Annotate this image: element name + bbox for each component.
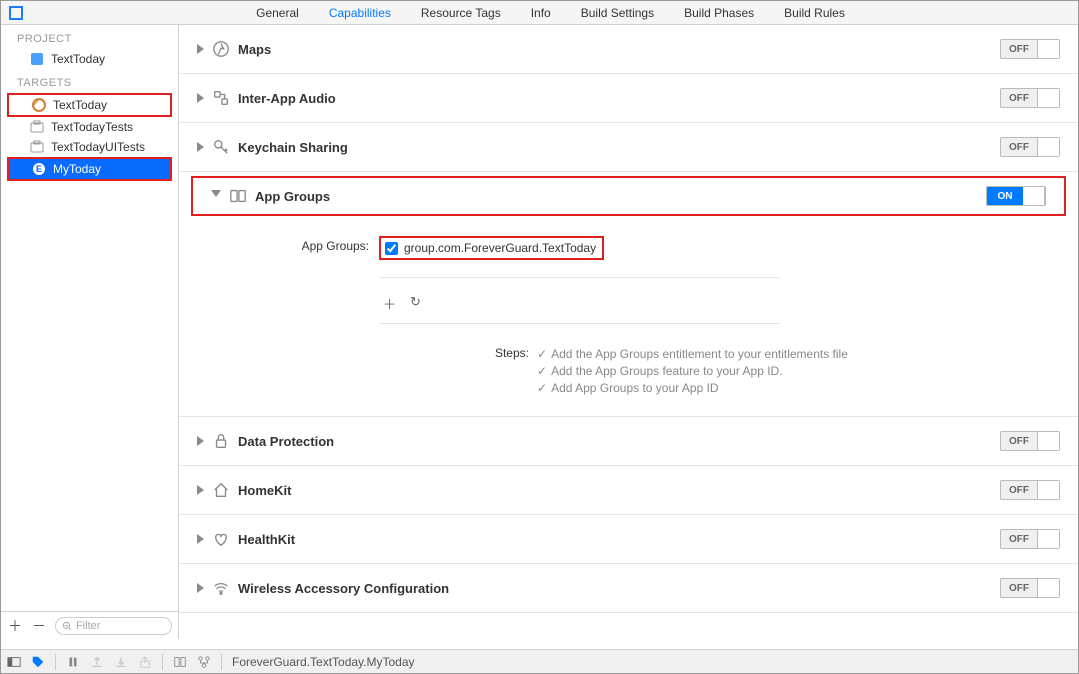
project-name: TextToday — [51, 52, 105, 66]
tab-build-rules[interactable]: Build Rules — [784, 6, 845, 20]
tab-resource-tags[interactable]: Resource Tags — [421, 6, 501, 20]
xcodeproj-icon — [29, 52, 45, 66]
sb-down-icon[interactable] — [114, 655, 128, 669]
switch-audio[interactable]: OFF — [1000, 88, 1060, 108]
target-item-mytoday[interactable]: E MyToday — [9, 159, 170, 179]
steps-list: ✓Add the App Groups entitlement to your … — [537, 346, 848, 396]
capabilities-content[interactable]: Maps OFF Inter-App Audio OFF Keychain Sh… — [179, 25, 1078, 639]
disclosure-icon[interactable] — [197, 583, 204, 593]
target-item-uitests[interactable]: TextTodayUITests — [1, 137, 178, 157]
extension-target-icon: E — [31, 162, 47, 176]
capability-row-audio: Inter-App Audio OFF — [179, 73, 1078, 122]
project-item[interactable]: TextToday — [1, 49, 178, 69]
sb-hierarchy-icon[interactable] — [197, 655, 211, 669]
capability-row-dataprotection: Data Protection OFF — [179, 416, 1078, 465]
capability-title: Data Protection — [238, 434, 992, 449]
project-icon[interactable] — [9, 6, 23, 20]
test-target-icon — [29, 140, 45, 154]
target-item-tests[interactable]: TextTodayTests — [1, 117, 178, 137]
key-icon — [212, 138, 230, 156]
capability-title: Maps — [238, 42, 992, 57]
capability-title: HealthKit — [238, 532, 992, 547]
wifi-icon — [212, 579, 230, 597]
disclosure-icon[interactable] — [197, 534, 204, 544]
disclosure-icon[interactable] — [197, 485, 204, 495]
maps-icon — [212, 40, 230, 58]
disclosure-icon[interactable] — [197, 93, 204, 103]
sb-pause-icon[interactable] — [66, 655, 80, 669]
appgroup-checkbox[interactable] — [385, 242, 398, 255]
appgroup-id: group.com.ForeverGuard.TextToday — [404, 241, 596, 255]
home-icon — [212, 481, 230, 499]
switch-keychain[interactable]: OFF — [1000, 137, 1060, 157]
check-icon: ✓ — [537, 347, 547, 361]
filter-placeholder: Filter — [76, 620, 100, 632]
capability-title: Wireless Accessory Configuration — [238, 581, 992, 596]
switch-wireless[interactable]: OFF — [1000, 578, 1060, 598]
sb-modules-icon[interactable] — [173, 655, 187, 669]
tab-capabilities[interactable]: Capabilities — [329, 6, 391, 20]
capability-row-keychain: Keychain Sharing OFF — [179, 122, 1078, 171]
switch-dataprotection[interactable]: OFF — [1000, 431, 1060, 451]
check-icon: ✓ — [537, 364, 547, 378]
sb-share-icon[interactable] — [138, 655, 152, 669]
heart-icon — [212, 530, 230, 548]
target-label: TextTodayTests — [51, 120, 133, 134]
sidebar: PROJECT TextToday TARGETS TextToday Text… — [1, 25, 179, 639]
svg-text:E: E — [36, 164, 42, 174]
switch-appgroups[interactable]: ON — [986, 186, 1046, 206]
disclosure-icon[interactable] — [197, 142, 204, 152]
appgroups-icon — [229, 187, 247, 205]
disclosure-icon[interactable] — [211, 190, 221, 202]
refresh-appgroup-button[interactable]: ↻ — [410, 294, 421, 313]
status-bar: ForeverGuard.TextToday.MyToday — [1, 649, 1078, 673]
targets-section-label: TARGETS — [1, 69, 178, 93]
top-tab-bar: General Capabilities Resource Tags Info … — [1, 1, 1078, 25]
capability-title: Keychain Sharing — [238, 140, 992, 155]
target-label: MyToday — [53, 162, 101, 176]
disclosure-icon[interactable] — [197, 44, 204, 54]
steps-label: Steps: — [359, 346, 529, 396]
app-target-icon — [31, 98, 47, 112]
appgroup-item[interactable]: group.com.ForeverGuard.TextToday — [381, 238, 602, 258]
sidebar-footer: ＋ － Filter — [1, 611, 178, 639]
sb-panel-icon[interactable] — [7, 655, 21, 669]
add-target-button[interactable]: ＋ — [7, 616, 23, 636]
target-label: TextToday — [53, 98, 107, 112]
disclosure-icon[interactable] — [197, 436, 204, 446]
breadcrumb[interactable]: ForeverGuard.TextToday.MyToday — [232, 655, 415, 669]
tab-general[interactable]: General — [256, 6, 299, 20]
tab-info[interactable]: Info — [531, 6, 551, 20]
switch-maps[interactable]: OFF — [1000, 39, 1060, 59]
capability-row-wireless: Wireless Accessory Configuration OFF — [179, 563, 1078, 613]
test-target-icon — [29, 120, 45, 134]
filter-icon — [62, 621, 72, 631]
appgroups-list: group.com.ForeverGuard.TextToday ＋ ↻ — [379, 236, 779, 324]
capability-title: Inter-App Audio — [238, 91, 992, 106]
capability-title: HomeKit — [238, 483, 992, 498]
tab-build-phases[interactable]: Build Phases — [684, 6, 754, 20]
sb-tag-icon[interactable] — [31, 655, 45, 669]
tabs-container: General Capabilities Resource Tags Info … — [23, 6, 1078, 20]
add-appgroup-button[interactable]: ＋ — [383, 294, 396, 313]
switch-healthkit[interactable]: OFF — [1000, 529, 1060, 549]
capability-row-healthkit: HealthKit OFF — [179, 514, 1078, 563]
appgroups-label: App Groups: — [209, 236, 369, 253]
sb-up-icon[interactable] — [90, 655, 104, 669]
capability-row-appgroups: App Groups ON App Groups: group.com.Fore… — [179, 171, 1078, 416]
switch-homekit[interactable]: OFF — [1000, 480, 1060, 500]
capability-row-maps: Maps OFF — [179, 25, 1078, 73]
target-label: TextTodayUITests — [51, 140, 145, 154]
capability-title: App Groups — [255, 189, 978, 204]
remove-target-button[interactable]: － — [31, 616, 47, 636]
project-section-label: PROJECT — [1, 25, 178, 49]
filter-input[interactable]: Filter — [55, 617, 172, 635]
lock-icon — [212, 432, 230, 450]
audio-icon — [212, 89, 230, 107]
capability-row-homekit: HomeKit OFF — [179, 465, 1078, 514]
check-icon: ✓ — [537, 381, 547, 395]
target-item-texttoday[interactable]: TextToday — [9, 95, 170, 115]
tab-build-settings[interactable]: Build Settings — [581, 6, 654, 20]
